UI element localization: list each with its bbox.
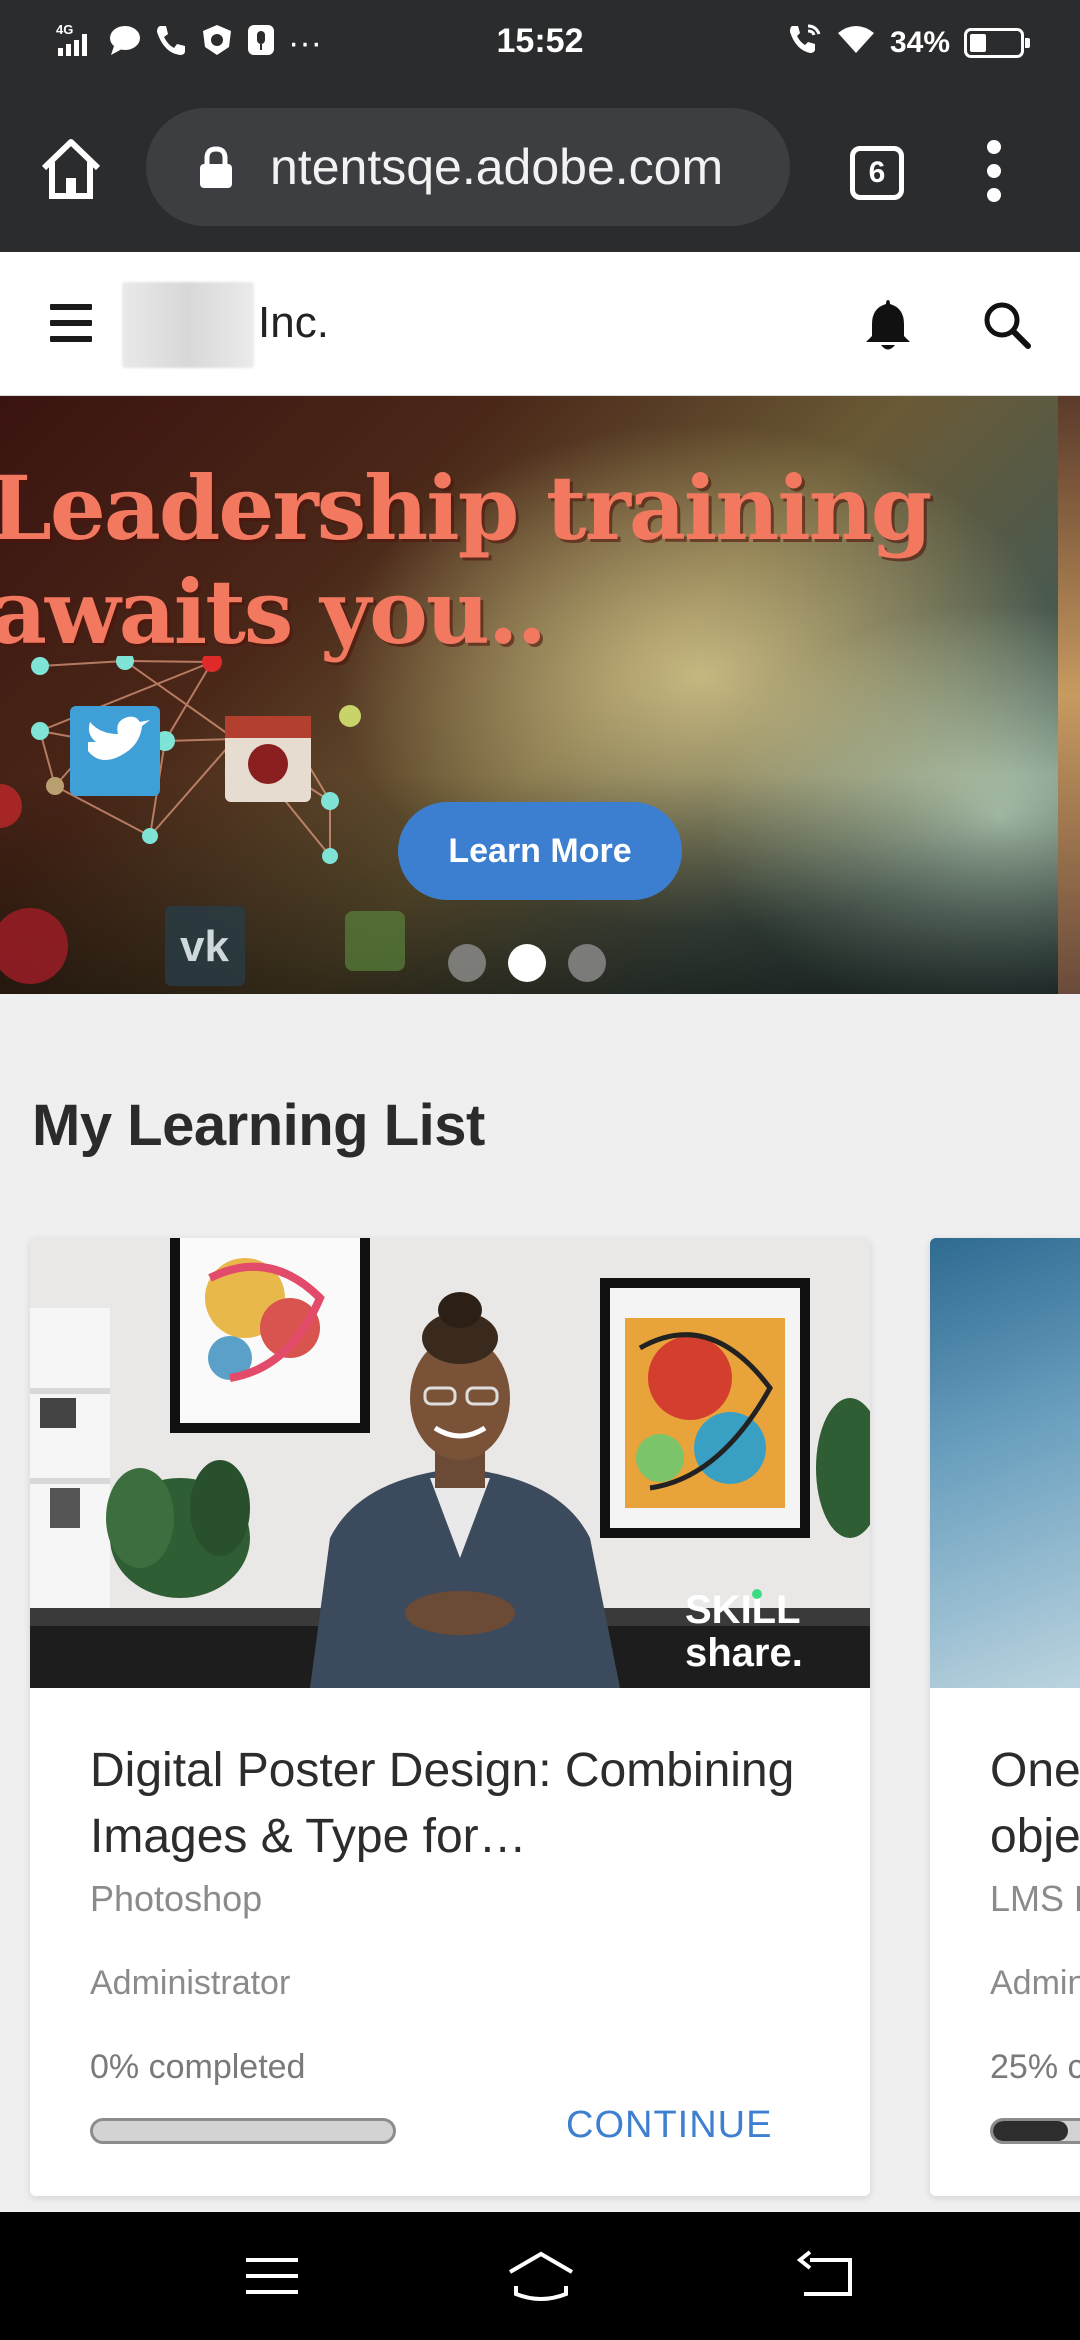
course-title[interactable]: One obje bbox=[990, 1738, 1080, 1870]
course-title[interactable]: Digital Poster Design: Combining Images … bbox=[90, 1738, 830, 1870]
battery-level bbox=[970, 34, 986, 52]
address-bar[interactable]: ntentsqe.adobe.com bbox=[146, 108, 790, 226]
url-text: ntentsqe.adobe.com bbox=[270, 139, 724, 195]
course-author: Admin bbox=[990, 1964, 1080, 2002]
continue-button[interactable]: CONTINUE bbox=[566, 2104, 772, 2147]
wifi-icon bbox=[836, 23, 876, 63]
home-icon[interactable] bbox=[36, 134, 106, 204]
banner-line-2: awaits you.. bbox=[0, 560, 547, 664]
company-logo[interactable] bbox=[122, 282, 254, 368]
app-header: Inc. bbox=[0, 252, 1080, 396]
course-author: Administrator bbox=[90, 1964, 291, 2002]
status-right: 34% bbox=[788, 22, 1030, 64]
more-vert-icon[interactable] bbox=[982, 140, 1006, 206]
company-name: Inc. bbox=[258, 298, 329, 347]
skillshare-logo-line-1: SKILL bbox=[685, 1588, 801, 1632]
banner-headline: Leadership training awaits you.. bbox=[0, 456, 932, 664]
progress-text: 0% completed bbox=[90, 2048, 306, 2086]
learn-more-button[interactable]: Learn More bbox=[398, 802, 682, 900]
browser-toolbar: ntentsqe.adobe.com 6 bbox=[0, 84, 1080, 252]
progress-fill bbox=[993, 2121, 1068, 2141]
learning-card[interactable]: SKILL share. Digital Poster Design: Comb… bbox=[30, 1238, 870, 2196]
battery-icon bbox=[964, 28, 1030, 58]
hamburger-icon[interactable] bbox=[50, 304, 92, 344]
bell-icon[interactable] bbox=[862, 296, 914, 354]
tabs-icon[interactable]: 6 bbox=[850, 146, 904, 200]
course-thumbnail[interactable] bbox=[930, 1238, 1080, 1688]
recents-menu-icon[interactable] bbox=[242, 2250, 302, 2302]
lock-icon bbox=[198, 146, 234, 190]
back-icon[interactable] bbox=[796, 2250, 856, 2302]
svg-text:vk: vk bbox=[180, 922, 229, 971]
course-category: Photoshop bbox=[90, 1878, 263, 1919]
wifi-call-icon bbox=[788, 22, 822, 64]
skillshare-logo-line-2: share. bbox=[685, 1631, 803, 1675]
next-banner-peek[interactable] bbox=[1058, 396, 1080, 994]
search-icon[interactable] bbox=[980, 298, 1034, 352]
progress-text: 25% c bbox=[990, 2048, 1080, 2086]
social-network-graphic: vk bbox=[0, 656, 405, 986]
course-category: LMS E bbox=[990, 1878, 1080, 1919]
banner-line-1: Leadership training bbox=[0, 456, 932, 560]
course-title-line-2: obje bbox=[990, 1810, 1080, 1863]
course-title-line-1: One bbox=[990, 1744, 1080, 1797]
carousel-dots bbox=[448, 944, 606, 982]
carousel-dot-3[interactable] bbox=[568, 944, 606, 982]
status-bar: 4G ··· 15:52 34% bbox=[0, 0, 1080, 84]
battery-text: 34% bbox=[889, 26, 950, 59]
section-title: My Learning List bbox=[32, 1093, 485, 1158]
hero-banner[interactable]: Leadership training awaits you.. vk Lear… bbox=[0, 396, 1058, 994]
progress-bar bbox=[990, 2118, 1080, 2144]
learning-card[interactable]: One obje LMS E Admin 25% c bbox=[930, 1238, 1080, 2196]
course-photo: SKILL share. bbox=[30, 1238, 870, 1688]
carousel-dot-1[interactable] bbox=[448, 944, 486, 982]
nav-home-icon[interactable] bbox=[506, 2250, 576, 2302]
carousel-dot-2[interactable] bbox=[508, 944, 546, 982]
progress-bar bbox=[90, 2118, 396, 2144]
system-nav-bar bbox=[0, 2212, 1080, 2340]
course-thumbnail[interactable]: SKILL share. bbox=[30, 1238, 870, 1688]
